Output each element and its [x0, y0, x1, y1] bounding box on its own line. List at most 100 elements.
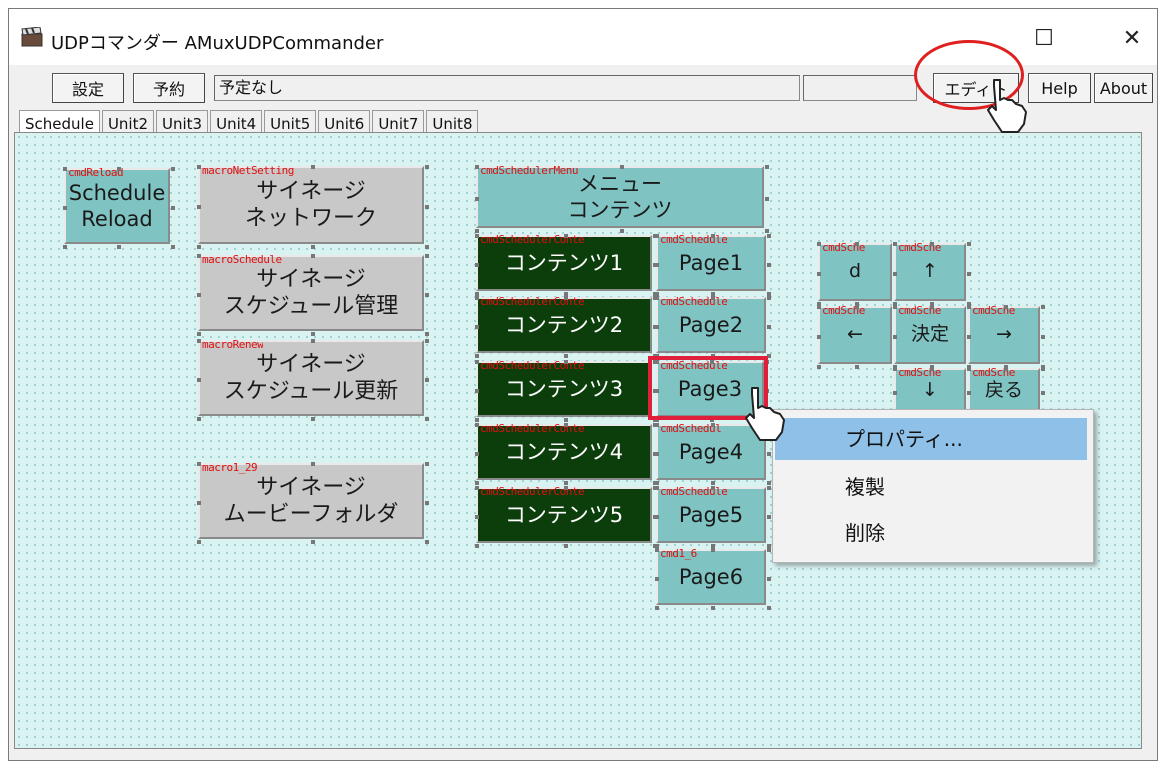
resize-handle[interactable]	[564, 234, 568, 238]
nav-back-button[interactable]: cmdSche 戻る	[967, 366, 1045, 419]
about-button[interactable]: About	[1094, 73, 1153, 103]
resize-handle[interactable]	[967, 272, 971, 276]
resize-handle[interactable]	[711, 423, 715, 427]
contents-4-button[interactable]: cmdSchedulerConte コンテンツ4	[475, 422, 657, 485]
resize-handle[interactable]	[967, 391, 971, 395]
resize-handle[interactable]	[1041, 391, 1045, 395]
resize-handle[interactable]	[197, 205, 201, 209]
resize-handle[interactable]	[655, 234, 659, 238]
signage-network-button[interactable]: macroNetSetting サイネージ ネットワーク	[197, 164, 429, 249]
contents-2-button[interactable]: cmdSchedulerConte コンテンツ2	[475, 295, 657, 358]
reserve-button[interactable]: 予約	[133, 73, 205, 103]
resize-handle[interactable]	[767, 325, 771, 329]
resize-handle[interactable]	[711, 606, 715, 610]
resize-handle[interactable]	[655, 452, 659, 456]
resize-handle[interactable]	[711, 296, 715, 300]
page-1-button[interactable]: cmdSchedule Page1	[655, 233, 771, 296]
resize-handle[interactable]	[425, 339, 429, 343]
resize-handle[interactable]	[564, 296, 568, 300]
resize-handle[interactable]	[475, 481, 479, 485]
resize-handle[interactable]	[930, 305, 934, 309]
resize-handle[interactable]	[767, 296, 771, 300]
resize-handle[interactable]	[767, 486, 771, 490]
resize-handle[interactable]	[425, 245, 429, 249]
resize-handle[interactable]	[1004, 367, 1008, 371]
resize-handle[interactable]	[655, 325, 659, 329]
resize-handle[interactable]	[765, 229, 769, 233]
resize-handle[interactable]	[475, 452, 479, 456]
nav-right-button[interactable]: cmdSche →	[967, 304, 1045, 369]
settings-button[interactable]: 設定	[52, 73, 124, 103]
nav-d-button[interactable]: cmdSche d	[817, 241, 897, 306]
signage-movie-folder-button[interactable]: macro1_29 サイネージ ムービーフォルダ	[197, 461, 429, 544]
resize-handle[interactable]	[620, 229, 624, 233]
resize-handle[interactable]	[711, 486, 715, 490]
resize-handle[interactable]	[197, 293, 201, 297]
resize-handle[interactable]	[197, 245, 201, 249]
resize-handle[interactable]	[817, 305, 821, 309]
resize-handle[interactable]	[311, 165, 315, 169]
resize-handle[interactable]	[893, 242, 897, 246]
page-6-button[interactable]: cmd1_6 Page6	[655, 547, 771, 610]
resize-handle[interactable]	[475, 197, 479, 201]
resize-handle[interactable]	[311, 254, 315, 258]
resize-handle[interactable]	[63, 167, 67, 171]
resize-handle[interactable]	[817, 365, 821, 369]
resize-handle[interactable]	[475, 325, 479, 329]
menu-item-duplicate[interactable]: 複製	[775, 466, 1087, 508]
resize-handle[interactable]	[967, 335, 971, 339]
nav-down-button[interactable]: cmdSche ↓	[893, 366, 971, 419]
resize-handle[interactable]	[893, 367, 897, 371]
resize-handle[interactable]	[197, 332, 201, 336]
resize-handle[interactable]	[311, 417, 315, 421]
resize-handle[interactable]	[855, 242, 859, 246]
resize-handle[interactable]	[564, 423, 568, 427]
menu-item-properties[interactable]: プロパティ...	[775, 418, 1087, 460]
resize-handle[interactable]	[855, 305, 859, 309]
resize-handle[interactable]	[767, 577, 771, 581]
resize-handle[interactable]	[767, 606, 771, 610]
page-2-button[interactable]: cmdSchedule Page2	[655, 295, 771, 358]
resize-handle[interactable]	[63, 206, 67, 210]
resize-handle[interactable]	[767, 263, 771, 267]
resize-handle[interactable]	[767, 234, 771, 238]
resize-handle[interactable]	[311, 245, 315, 249]
resize-handle[interactable]	[63, 245, 67, 249]
resize-handle[interactable]	[1041, 367, 1045, 371]
resize-handle[interactable]	[475, 423, 479, 427]
resize-handle[interactable]	[655, 481, 659, 485]
resize-handle[interactable]	[197, 339, 201, 343]
contents-5-button[interactable]: cmdSchedulerConte コンテンツ5	[475, 485, 657, 548]
resize-handle[interactable]	[765, 197, 769, 201]
resize-handle[interactable]	[893, 391, 897, 395]
schedule-reload-button[interactable]: cmdReload Schedule Reload	[63, 166, 175, 249]
resize-handle[interactable]	[311, 332, 315, 336]
resize-handle[interactable]	[817, 272, 821, 276]
nav-up-button[interactable]: cmdSche ↑	[893, 241, 971, 306]
resize-handle[interactable]	[197, 417, 201, 421]
resize-handle[interactable]	[767, 515, 771, 519]
resize-handle[interactable]	[564, 360, 568, 364]
resize-handle[interactable]	[425, 293, 429, 297]
resize-handle[interactable]	[425, 378, 429, 382]
resize-handle[interactable]	[1041, 305, 1045, 309]
resize-handle[interactable]	[425, 165, 429, 169]
resize-handle[interactable]	[475, 354, 479, 358]
resize-handle[interactable]	[475, 263, 479, 267]
resize-handle[interactable]	[475, 389, 479, 393]
resize-handle[interactable]	[655, 486, 659, 490]
resize-handle[interactable]	[564, 354, 568, 358]
resize-handle[interactable]	[711, 234, 715, 238]
menu-contents-button[interactable]: cmdSchedulerMenu メニュー コンテンツ	[475, 164, 769, 233]
resize-handle[interactable]	[655, 606, 659, 610]
resize-handle[interactable]	[171, 245, 175, 249]
resize-handle[interactable]	[475, 360, 479, 364]
resize-handle[interactable]	[425, 417, 429, 421]
resize-handle[interactable]	[767, 481, 771, 485]
resize-handle[interactable]	[655, 577, 659, 581]
resize-handle[interactable]	[655, 548, 659, 552]
resize-handle[interactable]	[197, 501, 201, 505]
resize-handle[interactable]	[425, 254, 429, 258]
resize-handle[interactable]	[655, 263, 659, 267]
resize-handle[interactable]	[197, 165, 201, 169]
